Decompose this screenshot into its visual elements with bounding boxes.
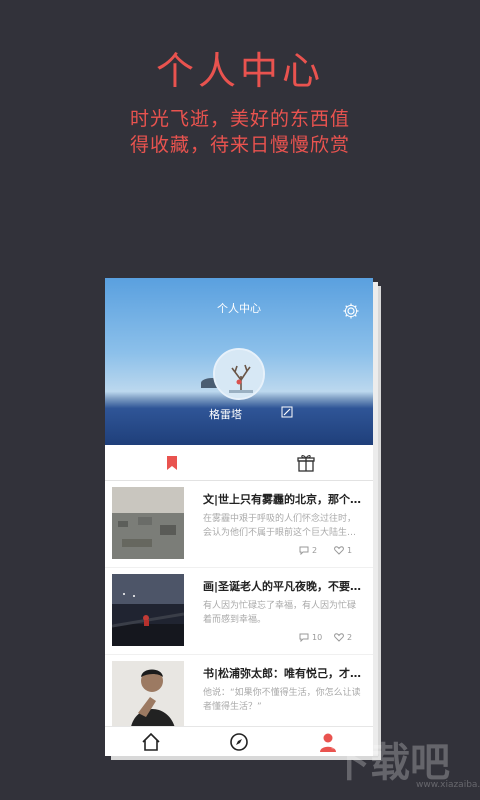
promo-subtitle-line2: 得收藏，待来日慢慢欣赏: [129, 134, 350, 156]
comment-count-value: 10: [312, 633, 323, 642]
comment-count[interactable]: 2: [299, 546, 317, 555]
tab-gifts[interactable]: [239, 445, 373, 481]
promo-title: 个人中心: [155, 49, 324, 93]
gear-icon[interactable]: [342, 302, 360, 320]
heart-icon: [334, 633, 344, 642]
comment-count-value: 2: [312, 546, 318, 555]
like-count-value: 1: [347, 546, 353, 555]
home-icon[interactable]: [140, 731, 162, 753]
article-thumbnail: [112, 661, 184, 726]
comment-icon: [299, 546, 309, 555]
page-title: 个人中心: [217, 302, 261, 315]
avatar[interactable]: [213, 348, 265, 400]
article-summary: 有人因为忙碌忘了幸福，有人因为忙碌着而感到幸福。: [203, 601, 357, 625]
article-title: 书|松浦弥太郎：唯有悦己，才…: [203, 667, 362, 680]
article-summary: 他说：“如果你不懂得生活，你怎么让读者懂得生活？”: [203, 688, 361, 712]
comment-count[interactable]: 10: [299, 633, 322, 642]
heart-icon: [334, 546, 344, 555]
username: 格雷塔: [209, 408, 242, 421]
edit-icon[interactable]: [281, 406, 293, 418]
tab-bookmarks[interactable]: [105, 445, 239, 481]
compass-icon[interactable]: [228, 731, 250, 753]
gift-icon: [297, 455, 315, 472]
article-thumbnail: [112, 487, 184, 559]
list-item[interactable]: 书|松浦弥太郎：唯有悦己，才… 他说：“如果你不懂得生活，你怎么让读者懂得生活？…: [105, 655, 373, 726]
like-count-value: 2: [347, 633, 353, 642]
watermark-url: www.xiazaiba.com: [416, 780, 480, 790]
list-item[interactable]: 文|世上只有雾霾的北京，那个… 在雾霾中艰于呼吸的人们怀念过往时，会认为他们不属…: [105, 481, 373, 567]
list-item[interactable]: 画|圣诞老人的平凡夜晚，不要… 有人因为忙碌忘了幸福，有人因为忙碌着而感到幸福。…: [105, 568, 373, 654]
phone-screen: 个人中心 格雷塔 文|世上只有雾霾的北京，那个… 在雾霾中艰于呼吸的人们怀念过往…: [105, 278, 373, 756]
comment-icon: [299, 633, 309, 642]
profile-header-banner: 个人中心 格雷塔: [105, 278, 373, 445]
article-list: 文|世上只有雾霾的北京，那个… 在雾霾中艰于呼吸的人们怀念过往时，会认为他们不属…: [105, 481, 373, 726]
article-title: 画|圣诞老人的平凡夜晚，不要…: [203, 580, 362, 593]
article-title: 文|世上只有雾霾的北京，那个…: [203, 493, 362, 506]
article-summary: 在雾霾中艰于呼吸的人们怀念过往时，会认为他们不属于眼前这个巨大陆生…: [203, 514, 357, 538]
bookmark-icon: [167, 456, 177, 470]
like-count[interactable]: 2: [334, 633, 352, 642]
like-count[interactable]: 1: [334, 546, 352, 555]
promo-subtitle-line1: 时光飞逝，美好的东西值: [129, 108, 350, 130]
profile-tabs: [105, 445, 373, 481]
article-thumbnail: [112, 574, 184, 646]
